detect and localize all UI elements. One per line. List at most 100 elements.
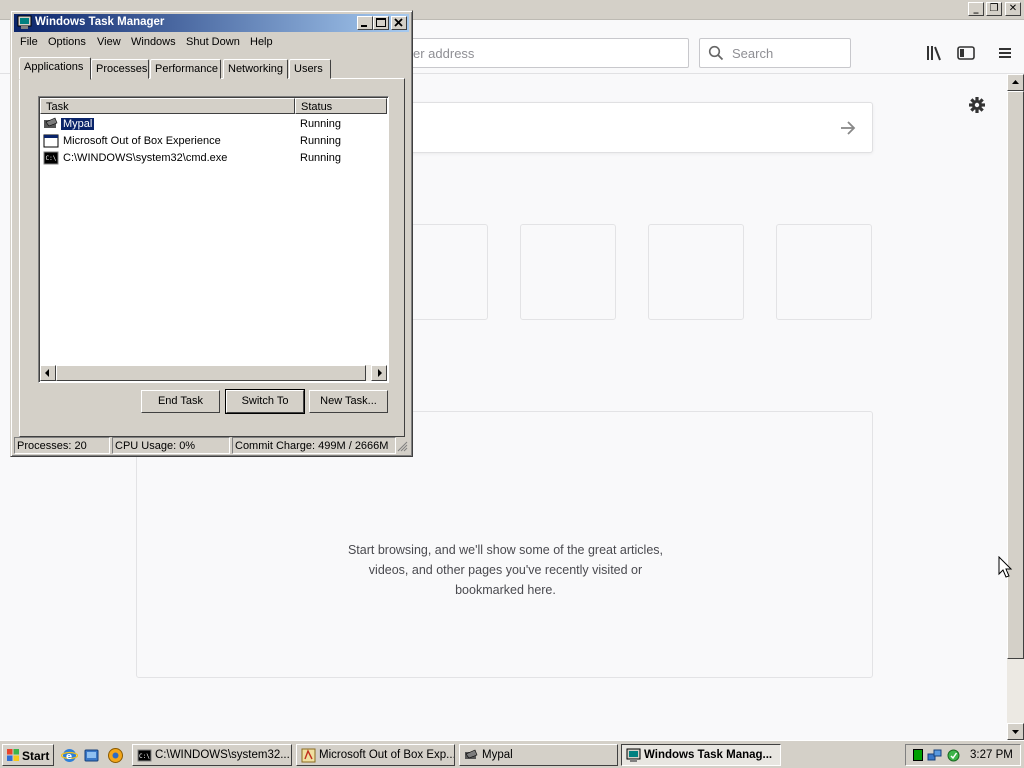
top-site-tile[interactable]: [520, 224, 616, 320]
task-row[interactable]: C:\ C:\WINDOWS\system32\cmd.exe Running: [42, 150, 382, 167]
sidebar-icon[interactable]: [955, 42, 977, 64]
url-bar[interactable]: er address: [380, 38, 689, 68]
menu-bar: File Options View Windows Shut Down Help: [14, 33, 409, 52]
media-player-icon[interactable]: [107, 747, 124, 764]
end-task-button[interactable]: End Task: [141, 390, 220, 413]
show-desktop-icon[interactable]: [83, 747, 100, 764]
windows-logo-icon: [7, 749, 19, 761]
menu-windows[interactable]: Windows: [131, 36, 176, 48]
arrow-right-icon[interactable]: [838, 118, 858, 138]
maximize-button[interactable]: [373, 16, 389, 30]
scroll-left-button[interactable]: [40, 365, 56, 381]
internet-explorer-icon[interactable]: e: [61, 747, 78, 764]
task-name: C:\WINDOWS\system32\cmd.exe: [63, 152, 228, 164]
new-task-button[interactable]: New Task...: [309, 390, 388, 413]
task-row[interactable]: Microsoft Out of Box Experience Running: [42, 133, 382, 150]
tab-networking[interactable]: Networking: [223, 59, 288, 79]
search-input[interactable]: Search: [699, 38, 851, 68]
taskmgr-icon: [17, 15, 32, 29]
svg-text:C:\: C:\: [139, 753, 150, 760]
mouse-cursor-icon: [998, 556, 1013, 578]
system-tray: 3:27 PM: [905, 744, 1021, 766]
mypal-icon: [465, 749, 478, 759]
search-placeholder: Search: [732, 46, 774, 61]
task-row[interactable]: Mypal Running: [42, 116, 382, 133]
menu-file[interactable]: File: [20, 36, 38, 48]
status-cpu-usage: CPU Usage: 0%: [112, 437, 230, 454]
minimize-icon: [361, 25, 367, 27]
resize-grip-icon[interactable]: [397, 441, 408, 452]
close-icon: [394, 18, 403, 27]
tab-performance[interactable]: Performance: [150, 59, 221, 79]
arrow-down-icon: [1012, 730, 1019, 734]
status-bar: Processes: 20 CPU Usage: 0% Commit Charg…: [14, 436, 409, 454]
taskmgr-icon: [626, 748, 641, 762]
minimize-button[interactable]: _: [968, 2, 984, 16]
scroll-up-button[interactable]: [1007, 74, 1024, 91]
taskbar-button-task-manager[interactable]: Windows Task Manag...: [621, 744, 781, 766]
taskbar-button-label: C:\WINDOWS\system32...: [155, 749, 290, 761]
arrow-up-icon: [1012, 80, 1019, 84]
security-alert-icon[interactable]: [946, 748, 961, 763]
taskbar-button-label: Mypal: [482, 749, 513, 761]
task-status: Running: [300, 152, 341, 164]
maximize-icon: [376, 18, 386, 27]
tab-processes[interactable]: Processes: [91, 59, 149, 79]
network-icon[interactable]: [927, 748, 942, 763]
menu-help[interactable]: Help: [250, 36, 273, 48]
svg-text:C:\: C:\: [46, 155, 57, 162]
library-icon[interactable]: [923, 42, 945, 64]
clock[interactable]: 3:27 PM: [970, 749, 1013, 761]
gear-icon[interactable]: [966, 94, 988, 116]
task-name: Microsoft Out of Box Experience: [63, 135, 221, 147]
start-label: Start: [22, 749, 50, 763]
taskbar-button-mypal[interactable]: Mypal: [459, 744, 618, 766]
scroll-down-button[interactable]: [1007, 723, 1024, 740]
task-list[interactable]: Task Status Mypal Running Microsoft Out …: [38, 96, 389, 383]
menu-options[interactable]: Options: [48, 36, 86, 48]
search-icon: [708, 45, 724, 61]
scroll-right-button[interactable]: [371, 365, 387, 381]
highlights-empty-message: Start browsing, and we'll show some of t…: [347, 543, 664, 597]
svg-text:e: e: [66, 752, 72, 762]
switch-to-button[interactable]: Switch To: [225, 389, 305, 414]
taskbar-button-oobe[interactable]: Microsoft Out of Box Exp...: [296, 744, 455, 766]
taskbar: Start e C:\ C:\WINDOWS\system32... Micro…: [0, 740, 1024, 768]
close-button[interactable]: ✕: [1005, 2, 1021, 16]
cmd-icon: C:\: [43, 151, 59, 165]
mypal-icon: [44, 117, 58, 128]
top-site-tile[interactable]: [776, 224, 872, 320]
top-site-tile[interactable]: [648, 224, 744, 320]
horizontal-scrollbar[interactable]: [40, 365, 387, 381]
tab-applications[interactable]: Applications: [19, 57, 91, 80]
arrow-left-icon: [45, 369, 49, 377]
close-button[interactable]: [391, 16, 407, 30]
status-processes: Processes: 20: [14, 437, 110, 454]
task-status: Running: [300, 135, 341, 147]
column-header-status[interactable]: Status: [295, 98, 387, 114]
taskbar-button-cmd[interactable]: C:\ C:\WINDOWS\system32...: [132, 744, 292, 766]
column-header-task[interactable]: Task: [40, 98, 295, 114]
task-manager-window: Windows Task Manager File Options View W…: [10, 10, 413, 457]
vertical-scrollbar[interactable]: [1007, 74, 1024, 740]
oobe-icon: [301, 748, 316, 763]
taskbar-button-label: Microsoft Out of Box Exp...: [319, 749, 455, 761]
status-commit-charge: Commit Charge: 499M / 2666M: [232, 437, 396, 454]
task-manager-title: Windows Task Manager: [35, 16, 165, 28]
task-name: Mypal: [59, 117, 96, 131]
tab-users[interactable]: Users: [289, 59, 331, 79]
menu-view[interactable]: View: [97, 36, 121, 48]
minimize-button[interactable]: [357, 16, 373, 30]
start-button[interactable]: Start: [2, 744, 54, 766]
url-bar-placeholder: er address: [413, 46, 475, 61]
scrollbar-thumb[interactable]: [56, 365, 366, 381]
task-manager-titlebar[interactable]: Windows Task Manager: [14, 14, 409, 32]
arrow-right-icon: [378, 369, 382, 377]
restore-button[interactable]: ❐: [986, 2, 1002, 16]
hamburger-menu-icon[interactable]: [994, 42, 1016, 64]
window-icon: [43, 134, 59, 148]
task-status: Running: [300, 118, 341, 130]
cpu-meter-icon[interactable]: [911, 748, 925, 762]
taskbar-button-label: Windows Task Manag...: [644, 749, 773, 761]
menu-shut-down[interactable]: Shut Down: [186, 36, 240, 48]
